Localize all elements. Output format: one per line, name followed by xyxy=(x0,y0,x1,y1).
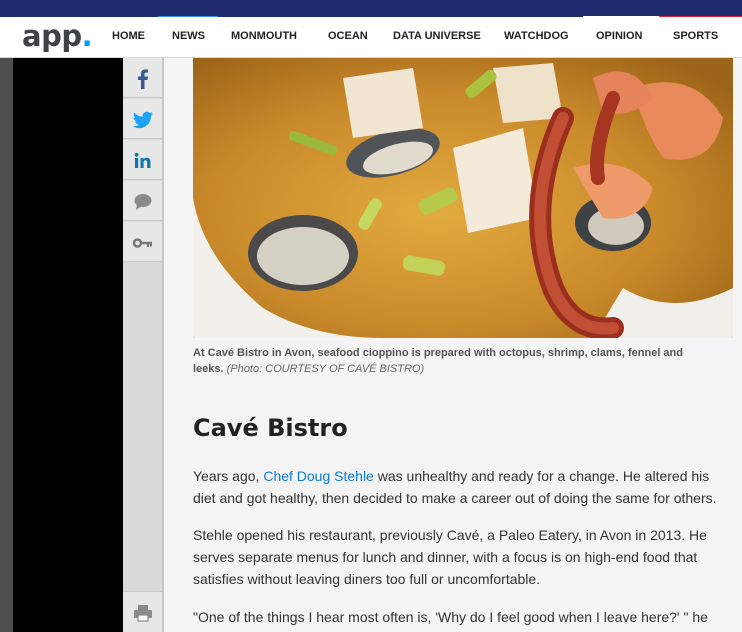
nav-monmouth[interactable]: MONMOUTH xyxy=(231,30,297,42)
site-logo[interactable]: app. xyxy=(22,19,93,53)
twitter-icon xyxy=(132,111,154,129)
dark-side-panel xyxy=(13,58,123,632)
chef-link[interactable]: Chef Doug Stehle xyxy=(263,468,374,484)
nav-sports[interactable]: SPORTS xyxy=(673,30,718,42)
paragraph-2: Stehle opened his restaurant, previously… xyxy=(193,527,707,587)
nav-ocean[interactable]: OCEAN xyxy=(328,30,368,42)
left-gutter xyxy=(0,58,13,632)
top-color-bar xyxy=(0,0,742,19)
logo-text: app xyxy=(22,19,82,53)
nav-data-universe[interactable]: DATA UNIVERSE xyxy=(393,30,481,42)
nav-watchdog[interactable]: WATCHDOG xyxy=(504,30,569,42)
print-button[interactable] xyxy=(123,591,162,632)
photo-credit: (Photo: COURTESY OF CAVÉ BISTRO) xyxy=(226,363,425,375)
cioppino-photo xyxy=(193,58,733,338)
photo-caption: At Cavé Bistro in Avon, seafood cioppino… xyxy=(193,345,703,377)
nav-news[interactable]: NEWS xyxy=(172,30,205,42)
share-rail xyxy=(123,58,164,632)
nav-home[interactable]: HOME xyxy=(112,30,145,42)
article-body: At Cavé Bistro in Avon, seafood cioppino… xyxy=(164,58,742,632)
paragraph-3: "One of the things I hear most often is,… xyxy=(193,609,708,625)
food-image xyxy=(193,58,733,338)
linkedin-share-button[interactable] xyxy=(123,140,162,180)
facebook-icon xyxy=(138,69,148,89)
comments-button[interactable] xyxy=(123,181,162,221)
section-heading: Cavé Bistro xyxy=(193,414,348,442)
paragraph-1: Years ago, Chef Doug Stehle was unhealth… xyxy=(193,465,723,509)
print-icon xyxy=(134,605,152,622)
site-header: app. HOME NEWS MONMOUTH OCEAN DATA UNIVE… xyxy=(0,17,742,58)
twitter-share-button[interactable] xyxy=(123,99,162,139)
logo-dot: . xyxy=(81,19,93,53)
facebook-share-button[interactable] xyxy=(123,58,162,98)
linkedin-icon xyxy=(134,152,151,168)
key-button[interactable] xyxy=(123,222,162,262)
key-icon xyxy=(132,238,152,248)
nav-opinion[interactable]: OPINION xyxy=(596,30,642,42)
comment-icon xyxy=(134,194,152,210)
paragraph-text: Years ago, xyxy=(193,468,264,484)
